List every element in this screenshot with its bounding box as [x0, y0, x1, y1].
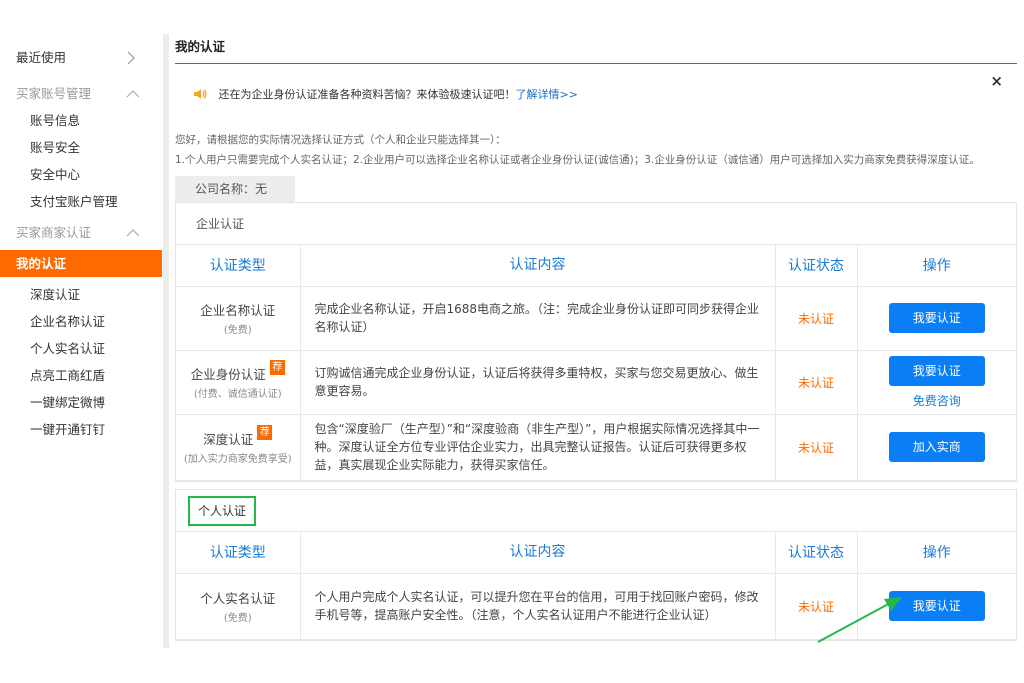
- cert-content: 完成企业名称认证，开启1688电商之旅。（注：完成企业身份认证即可同步获得企业名…: [300, 286, 776, 351]
- company-name-badge: 公司名称：无: [175, 176, 295, 202]
- sidebar-item-personal-cert[interactable]: 个人实名认证: [0, 335, 162, 362]
- sidebar-item-weibo[interactable]: 一键绑定微博: [0, 389, 162, 416]
- close-icon[interactable]: ×: [990, 72, 1003, 90]
- cert-type-cell: 企业名称认证 (免费): [176, 286, 301, 351]
- personal-cert-box: 个人认证 认证类型 认证内容 认证状态 操作 个人实名认证 (免费) 个人用户完…: [175, 489, 1017, 641]
- cert-operation-cell: 我要认证: [857, 573, 1016, 640]
- sidebar-item-deep-cert[interactable]: 深度认证: [0, 281, 162, 308]
- header-content: 认证内容: [300, 245, 776, 287]
- cert-content: 个人用户完成个人实名认证，可以提升您在平台的信用，可用于找回账户密码，修改手机号…: [300, 573, 776, 640]
- notice-content: 还在为企业身份认证准备各种资料苦恼？来体验极速认证吧！了解详情>>: [193, 86, 578, 103]
- cert-type-sub: (付费、诚信通认证): [193, 389, 282, 400]
- sidebar-group-label: 买家商家认证: [16, 225, 92, 240]
- sidebar-item-account-info[interactable]: 账号信息: [0, 107, 162, 134]
- cert-type-name: 企业名称认证: [200, 303, 276, 318]
- header-operation: 操作: [857, 532, 1016, 574]
- personal-cert-table: 认证类型 认证内容 认证状态 操作 个人实名认证 (免费) 个人用户完成个人实名…: [176, 532, 1016, 640]
- sidebar-item-red-shield[interactable]: 点亮工商红盾: [0, 362, 162, 389]
- sidebar-item-dingtalk[interactable]: 一键开通钉钉: [0, 416, 162, 443]
- table-header-row: 认证类型 认证内容 认证状态 操作: [176, 245, 1016, 287]
- cert-type-sub: (加入实力商家免费享受): [183, 454, 292, 465]
- table-row: 深度认证荐 (加入实力商家免费享受) 包含“深度验厂（生产型）”和“深度验商（非…: [176, 414, 1016, 481]
- cert-type-sub: (免费): [223, 325, 252, 336]
- enterprise-cert-title: 企业认证: [176, 203, 1016, 245]
- main-content: 我的认证: [175, 36, 1017, 64]
- cert-status: 未认证: [775, 286, 858, 351]
- cert-type-cell: 企业身份认证荐 (付费、诚信通认证): [176, 350, 301, 415]
- header-type: 认证类型: [176, 532, 301, 574]
- sidebar-group-label: 买家账号管理: [16, 86, 92, 101]
- cert-operation-cell: 我要认证: [857, 286, 1016, 351]
- header-type: 认证类型: [176, 245, 301, 287]
- header-operation: 操作: [857, 245, 1016, 287]
- intro-line-2: 1.个人用户只需要完成个人实名认证；2.企业用户可以选择企业名称认证或者企业身份…: [175, 154, 980, 166]
- cert-type-cell: 深度认证荐 (加入实力商家免费享受): [176, 414, 301, 481]
- table-header-row: 认证类型 认证内容 认证状态 操作: [176, 532, 1016, 574]
- intro-line-1: 您好，请根据您的实际情况选择认证方式（个人和企业只能选择其一）：: [175, 134, 506, 146]
- table-row: 企业名称认证 (免费) 完成企业名称认证，开启1688电商之旅。（注：完成企业身…: [176, 286, 1016, 351]
- speaker-icon: [193, 88, 207, 103]
- cert-operation-cell: 加入实商: [857, 414, 1016, 481]
- notice-detail-link[interactable]: 了解详情>>: [516, 88, 578, 101]
- chevron-up-icon: [126, 219, 140, 246]
- cert-status: 未认证: [775, 573, 858, 640]
- sidebar-item-security-center[interactable]: 安全中心: [0, 161, 162, 188]
- table-row: 企业身份认证荐 (付费、诚信通认证) 订购诚信通完成企业身份认证，认证后将获得多…: [176, 350, 1017, 415]
- intro-text: 您好，请根据您的实际情况选择认证方式（个人和企业只能选择其一）： 1.个人用户只…: [175, 130, 980, 170]
- personal-cert-head: 个人认证: [176, 490, 1016, 532]
- header-status: 认证状态: [775, 245, 858, 287]
- notice-text: 还在为企业身份认证准备各种资料苦恼？来体验极速认证吧！: [218, 88, 516, 101]
- sidebar-group-cert[interactable]: 买家商家认证: [0, 219, 162, 246]
- cert-type-name-wrap: 企业身份认证荐: [176, 360, 300, 383]
- sidebar-item-account-security[interactable]: 账号安全: [0, 134, 162, 161]
- table-row: 个人实名认证 (免费) 个人用户完成个人实名认证，可以提升您在平台的信用，可用于…: [176, 573, 1016, 640]
- cert-status: 未认证: [775, 350, 858, 415]
- cert-type-name-wrap: 深度认证荐: [176, 425, 300, 448]
- apply-personal-cert-button[interactable]: 我要认证: [888, 591, 985, 621]
- enterprise-cert-box: 企业认证 认证类型 认证内容 认证状态 操作 企业名称认证 (免费) 完成企业名…: [175, 202, 1017, 482]
- page-title: 我的认证: [175, 36, 1017, 64]
- sidebar-item-my-cert[interactable]: 我的认证: [0, 250, 162, 277]
- cert-status: 未认证: [775, 414, 858, 481]
- enterprise-cert-table: 认证类型 认证内容 认证状态 操作 企业名称认证 (免费) 完成企业名称认证，开…: [176, 245, 1016, 481]
- sidebar-group-account[interactable]: 买家账号管理: [0, 80, 162, 107]
- cert-type-name: 深度认证: [203, 432, 254, 447]
- cert-type-name: 个人实名认证: [200, 591, 276, 606]
- cert-operation-cell: 我要认证 免费咨询: [857, 350, 1017, 415]
- apply-cert-button[interactable]: 我要认证: [888, 355, 985, 386]
- cert-type-sub: (免费): [223, 613, 252, 624]
- join-merchant-button[interactable]: 加入实商: [888, 432, 985, 462]
- cert-type-cell: 个人实名认证 (免费): [176, 573, 301, 640]
- cert-content: 包含“深度验厂（生产型）”和“深度验商（非生产型）”，用户根据实际情况选择其中一…: [300, 414, 776, 481]
- sidebar-recent[interactable]: 最近使用: [0, 36, 162, 80]
- header-content: 认证内容: [300, 532, 776, 574]
- notice-bar: 还在为企业身份认证准备各种资料苦恼？来体验极速认证吧！了解详情>> ×: [175, 64, 1017, 128]
- sidebar-item-company-name-cert[interactable]: 企业名称认证: [0, 308, 162, 335]
- sidebar-recent-label: 最近使用: [16, 50, 67, 65]
- sidebar: 最近使用 买家账号管理 账号信息 账号安全 安全中心 支付宝账户管理 买家商家认…: [0, 36, 162, 443]
- chevron-right-icon: [126, 36, 140, 80]
- recommend-tag: 荐: [257, 425, 273, 440]
- free-consult-link[interactable]: 免费咨询: [858, 392, 1017, 409]
- recommend-tag: 荐: [269, 360, 285, 375]
- apply-cert-button[interactable]: 我要认证: [888, 303, 985, 333]
- sidebar-item-alipay[interactable]: 支付宝账户管理: [0, 188, 162, 215]
- personal-cert-title: 个人认证: [188, 496, 257, 526]
- sidebar-divider: [163, 34, 169, 648]
- cert-content: 订购诚信通完成企业身份认证，认证后将获得多重特权，买家与您交易更放心、做生意更容…: [300, 350, 776, 415]
- cert-type-name: 企业身份认证: [190, 367, 266, 382]
- chevron-up-icon: [126, 80, 140, 107]
- header-status: 认证状态: [775, 532, 858, 574]
